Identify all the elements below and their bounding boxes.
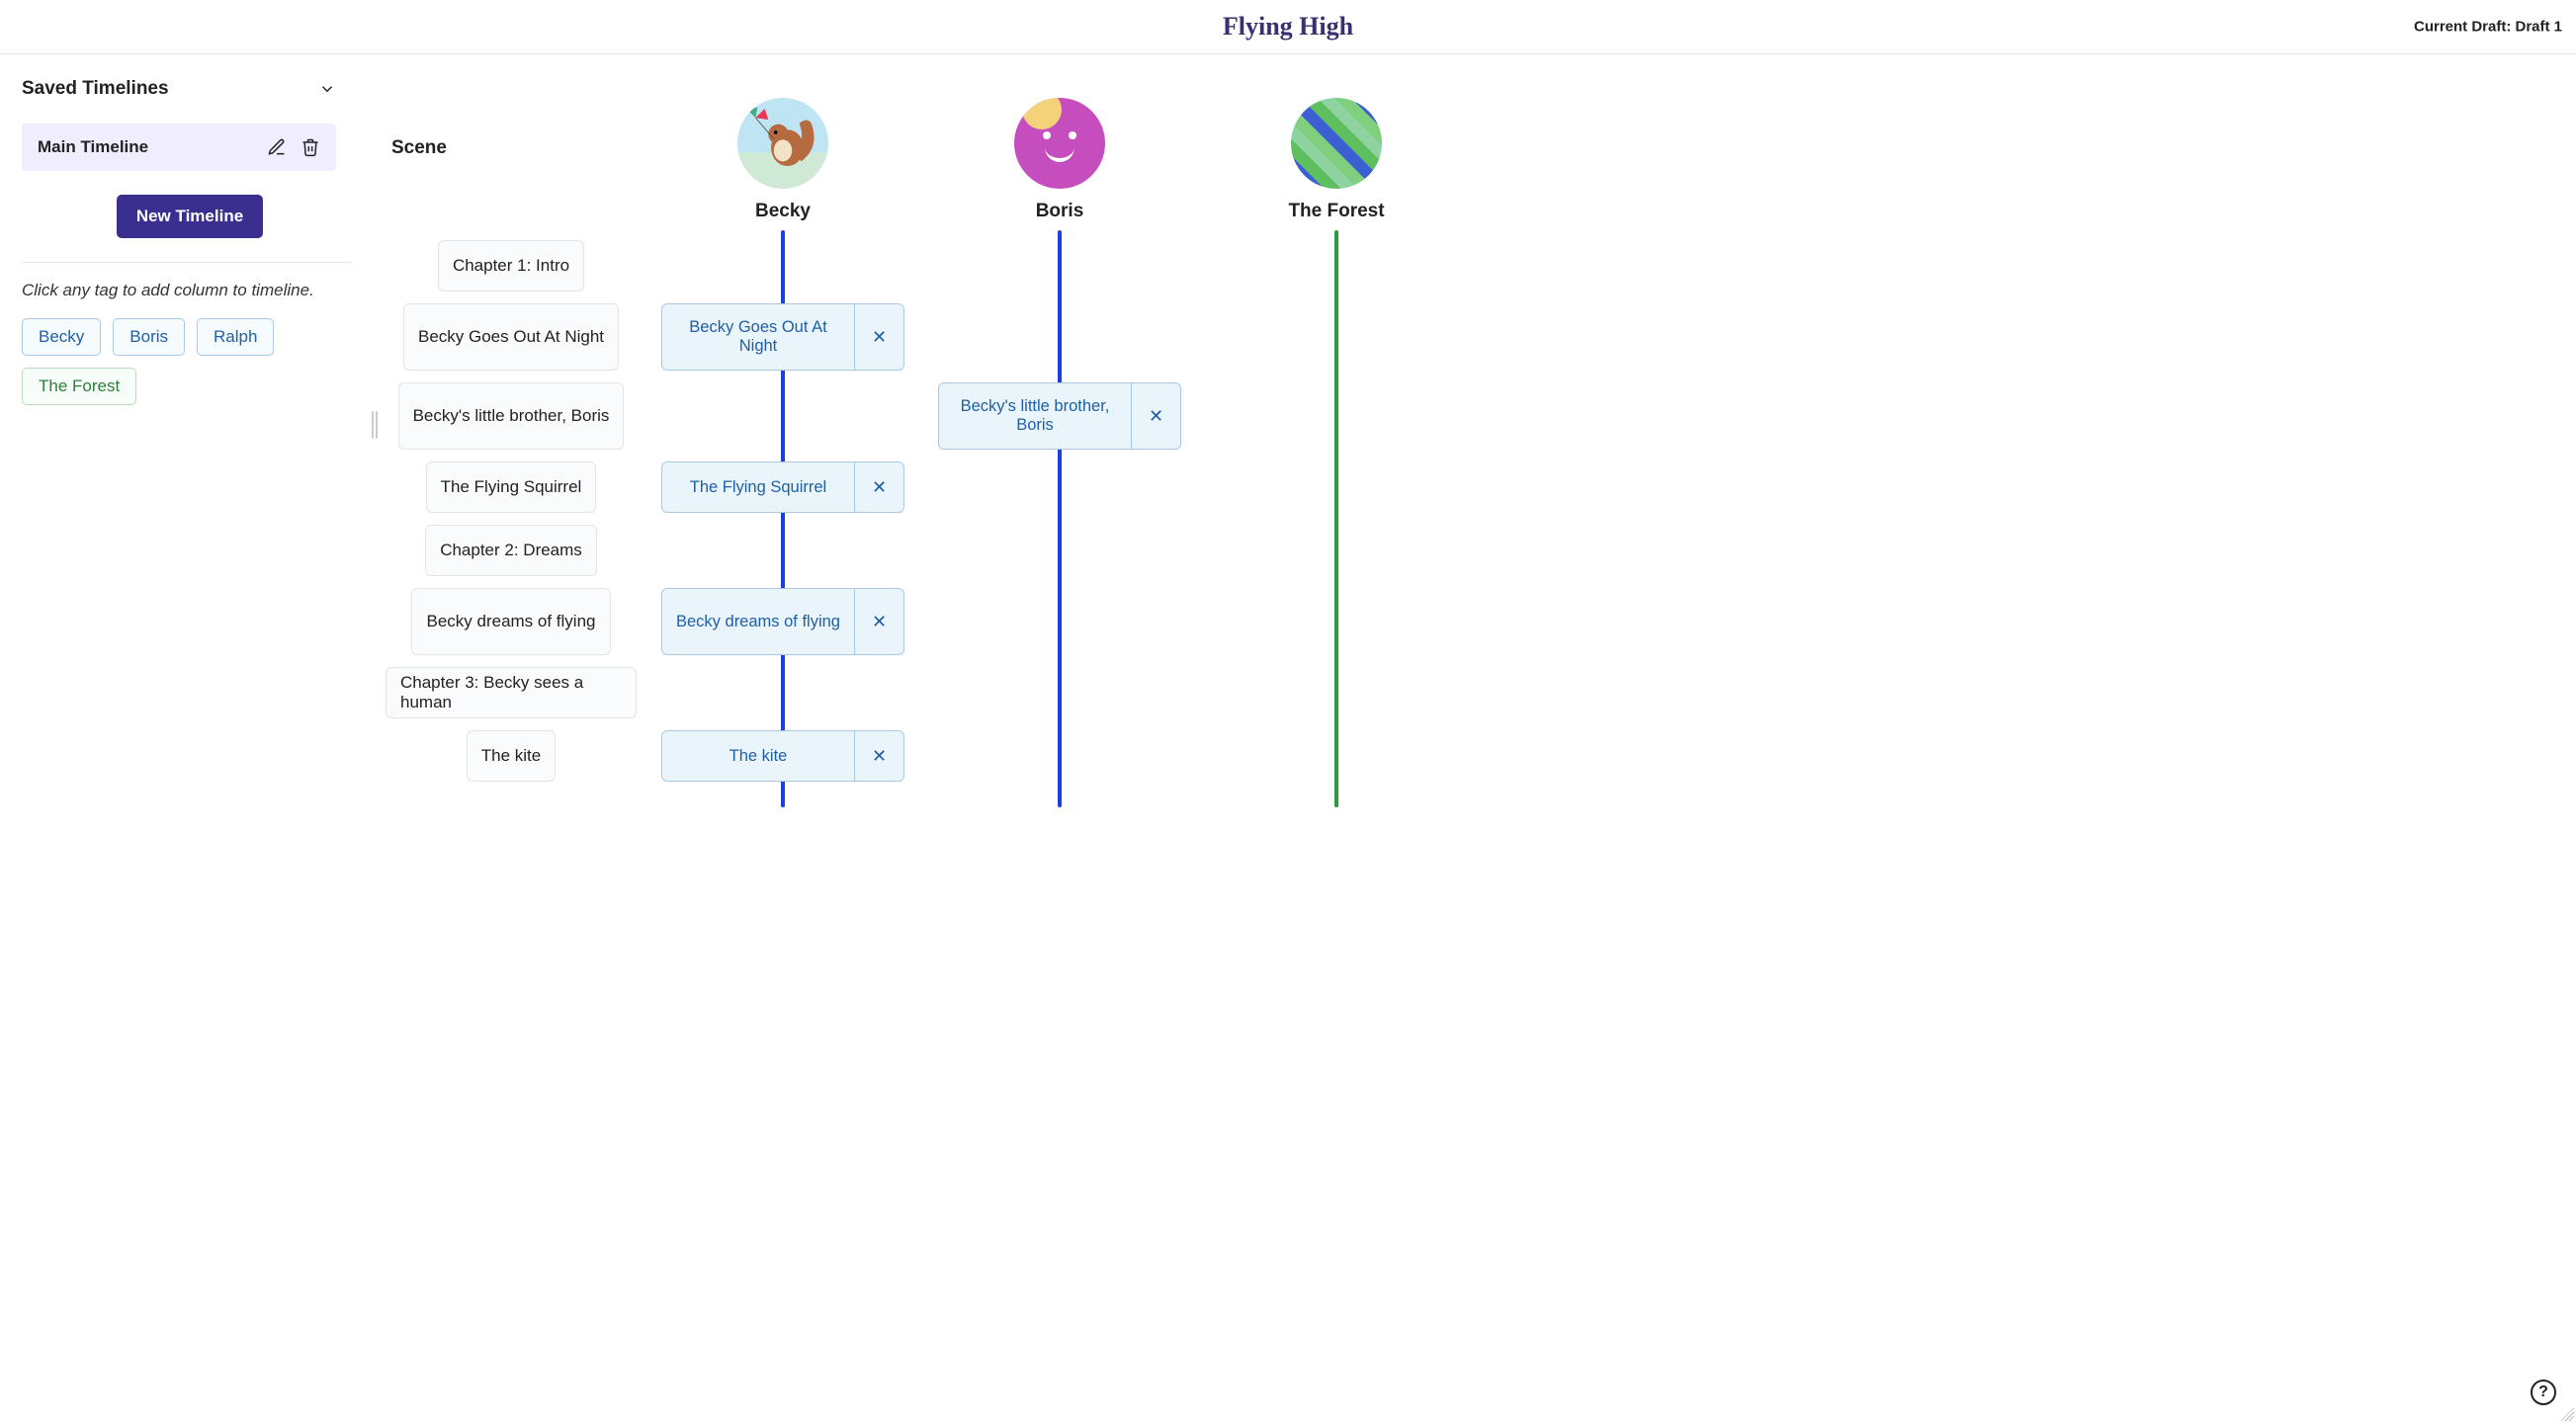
entity-row-slot — [1206, 588, 1467, 655]
tag-becky[interactable]: Becky — [22, 318, 101, 356]
tag-hint: Click any tag to add column to timeline. — [22, 281, 358, 300]
entity-row-slot: Becky dreams of flying✕ — [652, 588, 913, 655]
scene-card[interactable]: The kite — [467, 730, 556, 782]
scene-row-slot: Chapter 3: Becky sees a human — [386, 667, 637, 718]
entity-row-slot: The Flying Squirrel✕ — [652, 461, 913, 513]
entity-card[interactable]: The Flying Squirrel✕ — [661, 461, 904, 513]
entity-column-becky: Becky Becky Goes Out At Night✕The Flying… — [652, 74, 913, 782]
entity-column-title: The Forest — [1288, 201, 1384, 222]
saved-timelines-header[interactable]: Saved Timelines — [22, 78, 358, 100]
avatar-forest — [1291, 98, 1382, 189]
entity-row-slot — [929, 461, 1190, 513]
scene-column: Scene Chapter 1: Intro Becky Goes Out At … — [386, 74, 637, 782]
entity-card-label: Becky Goes Out At Night — [662, 304, 854, 370]
entity-card[interactable]: Becky dreams of flying✕ — [661, 588, 904, 655]
close-icon[interactable]: ✕ — [1131, 383, 1180, 449]
entity-row-slot — [1206, 667, 1467, 718]
entity-card-label: The kite — [662, 731, 854, 781]
sidebar: Saved Timelines Main Timeline New Timeli… — [0, 54, 366, 1423]
scene-card[interactable]: Becky Goes Out At Night — [403, 303, 619, 371]
scene-row-slot: Becky dreams of flying — [386, 588, 637, 655]
scene-card[interactable]: Chapter 3: Becky sees a human — [386, 667, 637, 718]
close-icon[interactable]: ✕ — [854, 304, 903, 370]
avatar-boris — [1014, 98, 1105, 189]
entity-row-slot: Becky's little brother, Boris✕ — [929, 382, 1190, 450]
scene-card[interactable]: Becky dreams of flying — [411, 588, 610, 655]
scene-row-slot: Becky Goes Out At Night — [386, 303, 637, 371]
entity-column-title: Boris — [1036, 201, 1084, 222]
entity-card-label: Becky's little brother, Boris — [939, 383, 1131, 449]
entity-row-slot — [652, 240, 913, 292]
entity-card[interactable]: Becky's little brother, Boris✕ — [938, 382, 1181, 450]
close-icon[interactable]: ✕ — [854, 589, 903, 654]
entity-card-label: Becky dreams of flying — [662, 589, 854, 654]
help-button[interactable]: ? — [2531, 1380, 2556, 1405]
timeline-list-item[interactable]: Main Timeline — [22, 124, 336, 171]
entity-row-slot — [929, 240, 1190, 292]
trash-icon[interactable] — [301, 137, 320, 157]
scene-row-slot: The Flying Squirrel — [386, 461, 637, 513]
chevron-down-icon — [318, 80, 336, 98]
entity-row-slot — [652, 382, 913, 450]
close-icon[interactable]: ✕ — [854, 462, 903, 512]
scene-row-slot: Becky's little brother, Boris — [386, 382, 637, 450]
tag-boris[interactable]: Boris — [113, 318, 185, 356]
scene-card[interactable]: Chapter 1: Intro — [438, 240, 584, 292]
scene-row-slot: Chapter 1: Intro — [386, 240, 637, 292]
entity-column-boris: Boris Becky's little brother, Boris✕ — [929, 74, 1190, 782]
timeline-name: Main Timeline — [38, 137, 253, 157]
resize-corner-icon — [2560, 1407, 2574, 1421]
entity-row-slot — [652, 667, 913, 718]
entity-row-slot — [1206, 730, 1467, 782]
entity-row-slot — [1206, 461, 1467, 513]
edit-icon[interactable] — [267, 137, 287, 157]
entity-card[interactable]: The kite✕ — [661, 730, 904, 782]
entity-row-slot — [1206, 240, 1467, 292]
entity-row-slot — [652, 525, 913, 576]
scene-card[interactable]: The Flying Squirrel — [426, 461, 597, 513]
saved-timelines-title: Saved Timelines — [22, 78, 169, 100]
main: Saved Timelines Main Timeline New Timeli… — [0, 54, 2576, 1423]
header: Flying High Current Draft: Draft 1 — [0, 0, 2576, 54]
entity-row-slot — [929, 588, 1190, 655]
scene-row-slot: Chapter 2: Dreams — [386, 525, 637, 576]
close-icon[interactable]: ✕ — [854, 731, 903, 781]
entity-row-slot — [929, 525, 1190, 576]
divider — [22, 262, 352, 263]
current-draft-label: Current Draft: Draft 1 — [2414, 19, 2562, 36]
entity-column-title: Becky — [755, 201, 811, 222]
entity-row-slot — [929, 667, 1190, 718]
tag-list: Becky Boris Ralph The Forest — [22, 318, 358, 405]
entity-column-forest: The Forest — [1206, 74, 1467, 782]
new-timeline-button[interactable]: New Timeline — [117, 195, 263, 238]
page-title: Flying High — [1223, 12, 1353, 42]
scene-card[interactable]: Becky's little brother, Boris — [398, 382, 625, 450]
entity-card[interactable]: Becky Goes Out At Night✕ — [661, 303, 904, 371]
tag-the-forest[interactable]: The Forest — [22, 368, 136, 405]
scene-column-title: Scene — [391, 137, 447, 159]
entity-row-slot — [1206, 525, 1467, 576]
timeline-grid: Scene Chapter 1: Intro Becky Goes Out At … — [366, 54, 2576, 1423]
entity-row-slot — [929, 730, 1190, 782]
entity-row-slot: The kite✕ — [652, 730, 913, 782]
drag-handle-icon[interactable] — [372, 411, 380, 439]
entity-row-slot — [1206, 382, 1467, 450]
entity-row-slot — [1206, 303, 1467, 371]
entity-row-slot: Becky Goes Out At Night✕ — [652, 303, 913, 371]
avatar-becky — [737, 98, 828, 189]
scene-row-slot: The kite — [386, 730, 637, 782]
entity-row-slot — [929, 303, 1190, 371]
scene-card[interactable]: Chapter 2: Dreams — [425, 525, 597, 576]
tag-ralph[interactable]: Ralph — [197, 318, 274, 356]
entity-card-label: The Flying Squirrel — [662, 462, 854, 512]
